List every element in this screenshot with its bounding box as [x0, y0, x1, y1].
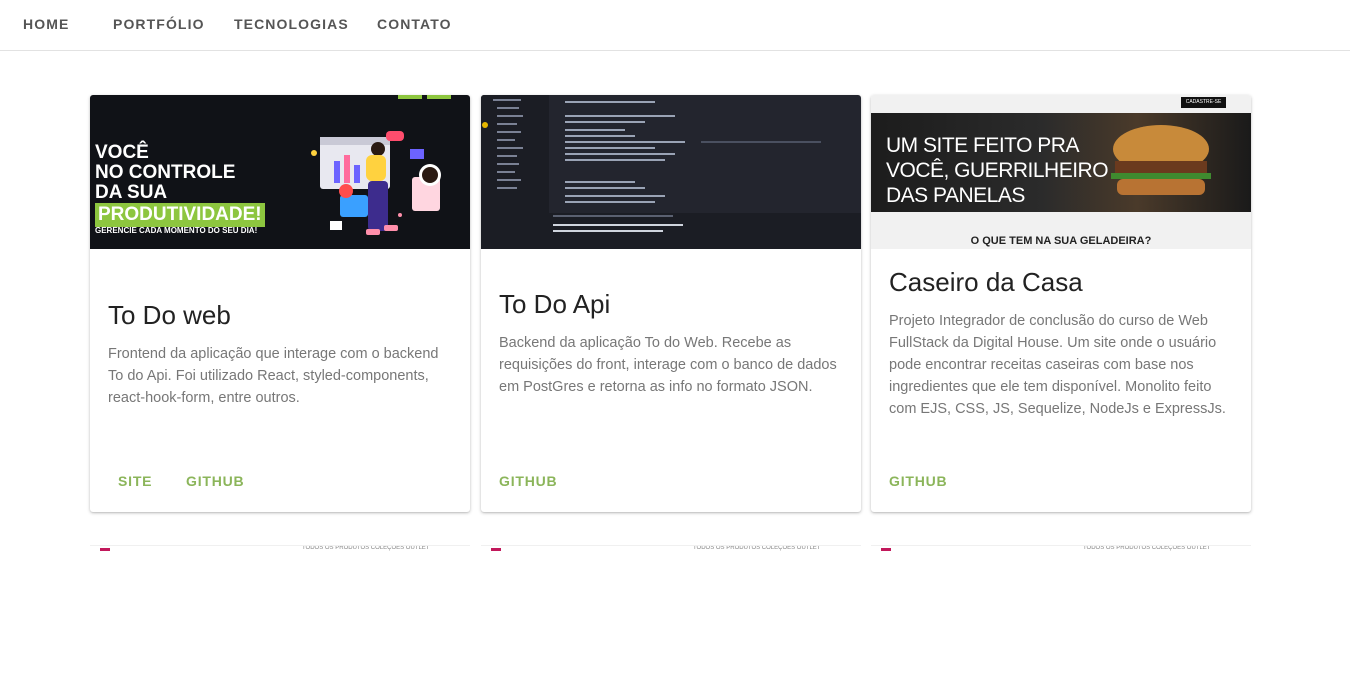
nav-portfolio-link[interactable]: PORTFÓLIO	[113, 0, 205, 48]
project-card-peek[interactable]: TODOS OS PRODUTOS COLEÇOES OUTLET	[90, 545, 470, 553]
logo-mark	[881, 548, 891, 551]
top-navigation: HOME PORTFÓLIO TECNOLOGIAS CONTATO	[0, 0, 1350, 51]
signup-button-preview: CADASTRE-SE	[1181, 97, 1226, 108]
hero-question: O QUE TEM NA SUA GELADEIRA?	[970, 235, 1152, 247]
card-title: To Do Api	[499, 289, 611, 319]
banner-highlight: PRODUTIVIDADE!	[95, 203, 265, 227]
nav-home-link[interactable]: HOME	[23, 0, 69, 48]
project-card-caseiro-da-casa: CADASTRE-SE UM SITE FEITO PRA VOCÊ, GUER…	[871, 95, 1251, 512]
editor-terminal-panel	[549, 213, 861, 249]
project-card-peek[interactable]: TODOS OS PRODUTOS COLEÇOES OUTLET	[871, 545, 1251, 553]
github-link[interactable]: GITHUB	[186, 473, 244, 489]
project-card-todo-api: To Do Api Backend da aplicação To do Web…	[481, 95, 861, 512]
github-link[interactable]: GITHUB	[889, 473, 947, 489]
site-link[interactable]: SITE	[118, 473, 152, 489]
preview-nav-links: TODOS OS PRODUTOS COLEÇOES OUTLET	[302, 545, 430, 551]
nav-contact-link[interactable]: CONTATO	[377, 0, 452, 48]
project-image-todo-api[interactable]	[481, 95, 861, 249]
card-description: Backend da aplicação To do Web. Recebe a…	[499, 335, 837, 395]
logo-mark	[491, 548, 501, 551]
hero-headline: UM SITE FEITO PRA VOCÊ, GUERRILHEIRO DAS…	[886, 134, 1109, 207]
card-description: Frontend da aplicação que interage com o…	[108, 346, 439, 406]
github-link[interactable]: GITHUB	[499, 473, 557, 489]
card-actions: GITHUB	[481, 473, 861, 499]
terminal-illustration	[553, 215, 683, 232]
banner-headline: VOCÊ NO CONTROLE DA SUA	[95, 142, 236, 203]
banner-button-shape	[398, 95, 422, 99]
card-actions: SITE GITHUB	[90, 473, 470, 499]
card-description: Projeto Integrador de conclusão do curso…	[889, 313, 1226, 417]
preview-nav-links: TODOS OS PRODUTOS COLEÇOES OUTLET	[1083, 545, 1211, 551]
card-actions: GITHUB	[871, 473, 1251, 499]
project-card-peek[interactable]: TODOS OS PRODUTOS COLEÇOES OUTLET	[481, 545, 861, 553]
nav-technologies-link[interactable]: TECNOLOGIAS	[234, 0, 349, 48]
productivity-illustration	[311, 131, 441, 235]
banner-button-shape	[427, 95, 451, 99]
project-image-todo-web[interactable]: VOCÊ NO CONTROLE DA SUA PRODUTIVIDADE! G…	[90, 95, 470, 249]
project-image-caseiro-da-casa[interactable]: CADASTRE-SE UM SITE FEITO PRA VOCÊ, GUER…	[871, 95, 1251, 249]
preview-nav-links: TODOS OS PRODUTOS COLEÇOES OUTLET	[693, 545, 821, 551]
project-card-todo-web: VOCÊ NO CONTROLE DA SUA PRODUTIVIDADE! G…	[90, 95, 470, 512]
card-title: Caseiro da Casa	[889, 267, 1083, 297]
banner-tagline: GERENCIE CADA MOMENTO DO SEU DIA!	[95, 226, 258, 235]
card-title: To Do web	[108, 300, 231, 330]
logo-mark	[100, 548, 110, 551]
burger-illustration	[1111, 125, 1211, 195]
